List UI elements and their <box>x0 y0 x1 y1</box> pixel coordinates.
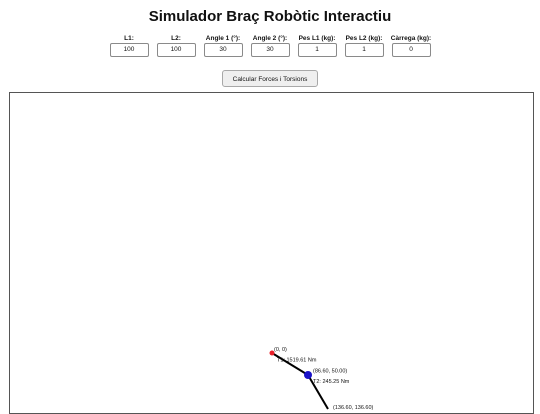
l1-input[interactable]: 100 <box>109 43 149 57</box>
page-title: Simulador Braç Robòtic Interactiu <box>148 8 392 25</box>
base-coordinate-label: (0, 0) <box>274 347 287 353</box>
arm-diagram: (0, 0) T1: 1519.61 Nm (86.60, 50.00) T2:… <box>269 347 374 411</box>
l2-label: L2: <box>171 35 181 42</box>
control-weight-l1: Pes L1 (kg): 1 <box>297 34 338 57</box>
calculate-button[interactable]: Calcular Forces i Torsions <box>222 70 318 87</box>
link-1 <box>271 352 309 376</box>
parameter-controls: L1: 100 L2: 100 Angle 1 (°): 30 Angle 2 … <box>0 34 540 57</box>
torque2-label: T2: 245.25 Nm <box>313 379 350 385</box>
angle2-input[interactable]: 30 <box>250 43 290 57</box>
control-angle1: Angle 1 (°): 30 <box>203 34 244 57</box>
elbow-joint[interactable] <box>304 371 312 379</box>
control-l1: L1: 100 <box>109 34 150 57</box>
weight-l2-input[interactable]: 1 <box>344 43 384 57</box>
control-load: Càrrega (kg): 0 <box>391 34 432 57</box>
joint-coordinate-label: (86.60, 50.00) <box>313 369 347 375</box>
load-input[interactable]: 0 <box>391 43 431 57</box>
weight-l1-label: Pes L1 (kg): <box>298 35 336 42</box>
control-l2: L2: 100 <box>156 34 197 57</box>
load-label: Càrrega (kg): <box>390 35 432 42</box>
weight-l1-input[interactable]: 1 <box>297 43 337 57</box>
torque1-label: T1: 1519.61 Nm <box>277 358 317 364</box>
angle1-input[interactable]: 30 <box>203 43 243 57</box>
l2-input[interactable]: 100 <box>156 43 196 57</box>
l1-label: L1: <box>124 35 134 42</box>
angle1-label: Angle 1 (°): <box>205 35 241 42</box>
weight-l2-label: Pes L2 (kg): <box>345 35 383 42</box>
control-weight-l2: Pes L2 (kg): 1 <box>344 34 385 57</box>
end-effector-label: (136.60, 136.60) <box>333 405 374 411</box>
simulation-canvas[interactable]: (0, 0) T1: 1519.61 Nm (86.60, 50.00) T2:… <box>9 92 534 414</box>
angle2-label: Angle 2 (°): <box>252 35 288 42</box>
control-angle2: Angle 2 (°): 30 <box>250 34 291 57</box>
